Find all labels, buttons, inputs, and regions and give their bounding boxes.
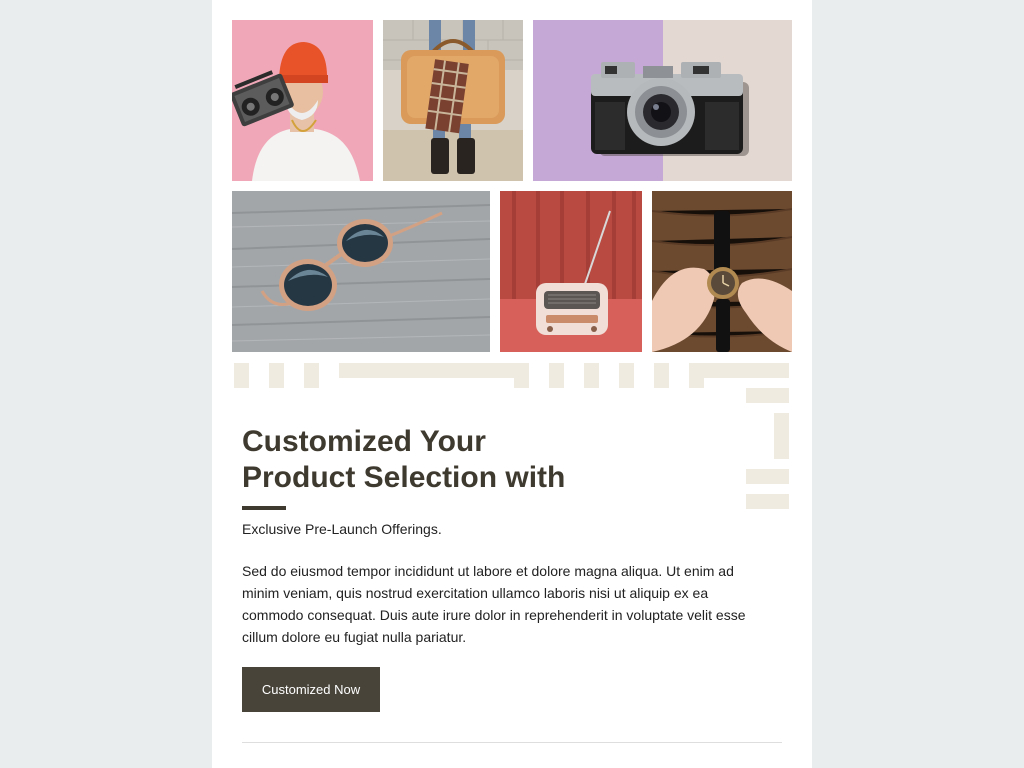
man-with-boombox-photo xyxy=(232,20,373,181)
email-card: Customized Your Product Selection with E… xyxy=(212,0,812,768)
decorative-block xyxy=(746,494,789,509)
hero-title-line-2: Product Selection with xyxy=(242,461,566,494)
decorative-block xyxy=(584,363,599,388)
decorative-block xyxy=(654,363,669,388)
watch-photo xyxy=(652,191,792,352)
decorative-block xyxy=(339,363,529,378)
hero-body-text: Sed do eiusmod tempor incididunt ut labo… xyxy=(242,563,746,645)
decorative-block xyxy=(514,378,529,388)
radio-photo xyxy=(500,191,642,352)
hero-title: Customized Your Product Selection with xyxy=(242,424,662,496)
decorative-block xyxy=(746,469,789,484)
customized-now-button[interactable]: Customized Now xyxy=(242,667,380,712)
bag-photo xyxy=(383,20,523,181)
title-underline xyxy=(242,506,286,510)
camera-photo xyxy=(533,20,792,181)
decorative-block xyxy=(269,363,284,388)
decorative-block xyxy=(774,413,789,459)
decorative-block xyxy=(549,363,564,388)
decorative-block xyxy=(689,363,789,378)
decorative-block xyxy=(234,363,249,388)
hero-title-line-1: Customized Your xyxy=(242,425,486,458)
decorative-block xyxy=(619,363,634,388)
decorative-block xyxy=(689,378,704,388)
decorative-block xyxy=(746,388,789,403)
decorative-block xyxy=(304,363,319,388)
sunglasses-photo xyxy=(232,191,490,352)
hero-subtitle: Exclusive Pre-Launch Offerings. xyxy=(242,521,442,537)
section-divider xyxy=(242,742,782,743)
